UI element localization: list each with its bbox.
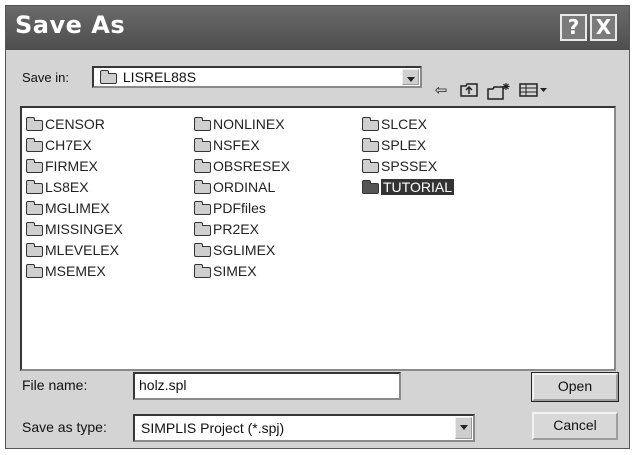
list-item[interactable]: ORDINAL <box>194 177 275 198</box>
list-item[interactable]: NONLINEX <box>194 114 285 135</box>
list-item[interactable]: NSFEX <box>194 135 260 156</box>
folder-name: SPSSEX <box>381 158 438 174</box>
up-one-level-icon[interactable] <box>459 82 479 100</box>
folder-name: MSEMEX <box>45 263 106 279</box>
list-item[interactable]: SPLEX <box>362 135 426 156</box>
close-button[interactable]: X <box>590 14 617 41</box>
view-menu-icon[interactable] <box>518 82 550 100</box>
folder-name: SPLEX <box>381 137 427 153</box>
folder-name: CENSOR <box>45 116 105 132</box>
file-name-input[interactable]: holz.spl <box>133 372 401 400</box>
list-item[interactable]: CH7EX <box>26 135 92 156</box>
folder-icon <box>26 200 43 215</box>
new-folder-icon[interactable] <box>487 82 511 100</box>
folder-icon <box>194 116 211 131</box>
window-title: Save As <box>15 11 126 39</box>
open-button[interactable]: Open <box>531 372 619 402</box>
list-item[interactable]: SGLIMEX <box>194 240 275 261</box>
folder-name: PR2EX <box>213 221 259 237</box>
folder-icon <box>362 179 379 194</box>
list-item[interactable]: PDFfiles <box>194 198 266 219</box>
cancel-button[interactable]: Cancel <box>532 412 618 440</box>
title-bar[interactable]: Save As ? X <box>6 6 629 50</box>
folder-name: SLCEX <box>381 116 427 132</box>
folder-icon <box>26 179 43 194</box>
list-item[interactable]: MLEVELEX <box>26 240 119 261</box>
folder-name: ORDINAL <box>213 179 276 195</box>
file-name-label: File name: <box>22 377 88 393</box>
save-as-dialog: Save As ? X Save in: LISREL88S ⇦ CENSOR C… <box>5 5 630 449</box>
folder-name: FIRMEX <box>45 158 98 174</box>
chevron-down-icon[interactable] <box>455 417 472 439</box>
folder-icon <box>194 263 211 278</box>
save-in-value: LISREL88S <box>122 69 197 85</box>
folder-name: NONLINEX <box>213 116 285 132</box>
save-in-dropdown[interactable]: LISREL88S <box>92 66 422 88</box>
folder-name: LS8EX <box>45 179 89 195</box>
back-arrow-icon[interactable]: ⇦ <box>431 82 451 100</box>
folder-icon <box>26 116 43 131</box>
save-in-label: Save in: <box>22 70 69 85</box>
folder-icon <box>100 69 117 84</box>
save-as-type-value: SIMPLIS Project (*.spj) <box>141 420 285 436</box>
folder-name: MGLIMEX <box>45 200 110 216</box>
folder-icon <box>194 137 211 152</box>
folder-icon <box>194 179 211 194</box>
folder-icon <box>26 263 43 278</box>
list-item[interactable]: LS8EX <box>26 177 89 198</box>
list-item[interactable]: SPSSEX <box>362 156 437 177</box>
file-list[interactable]: CENSOR CH7EX FIRMEX LS8EX MGLIMEX MISSINGEX ML… <box>20 106 616 371</box>
list-item[interactable]: TUTORIAL <box>362 177 454 198</box>
list-item[interactable]: FIRMEX <box>26 156 98 177</box>
folder-name: SGLIMEX <box>213 242 276 258</box>
folder-icon <box>26 242 43 257</box>
folder-icon <box>26 221 43 236</box>
list-item[interactable]: SLCEX <box>362 114 427 135</box>
list-item[interactable]: MISSINGEX <box>26 219 123 240</box>
folder-icon <box>194 221 211 236</box>
chevron-down-icon[interactable] <box>402 69 419 85</box>
list-item[interactable]: CENSOR <box>26 114 105 135</box>
folder-name: SIMEX <box>213 263 257 279</box>
folder-icon <box>362 137 379 152</box>
list-item[interactable]: OBSRESEX <box>194 156 290 177</box>
save-as-type-dropdown[interactable]: SIMPLIS Project (*.spj) <box>133 414 475 442</box>
list-item[interactable]: PR2EX <box>194 219 259 240</box>
help-button[interactable]: ? <box>560 14 587 41</box>
folder-icon <box>194 158 211 173</box>
list-item[interactable]: MSEMEX <box>26 261 106 282</box>
folder-name: NSFEX <box>213 137 260 153</box>
save-as-type-label: Save as type: <box>22 419 107 435</box>
folder-name: CH7EX <box>45 137 92 153</box>
folder-name: MISSINGEX <box>45 221 123 237</box>
folder-icon <box>26 137 43 152</box>
folder-icon <box>362 158 379 173</box>
folder-name: PDFfiles <box>213 200 266 216</box>
folder-name: TUTORIAL <box>381 179 454 195</box>
list-item[interactable]: SIMEX <box>194 261 257 282</box>
folder-icon <box>362 116 379 131</box>
folder-icon <box>194 242 211 257</box>
folder-name: MLEVELEX <box>45 242 119 258</box>
folder-icon <box>194 200 211 215</box>
list-item[interactable]: MGLIMEX <box>26 198 110 219</box>
folder-name: OBSRESEX <box>213 158 291 174</box>
folder-icon <box>26 158 43 173</box>
